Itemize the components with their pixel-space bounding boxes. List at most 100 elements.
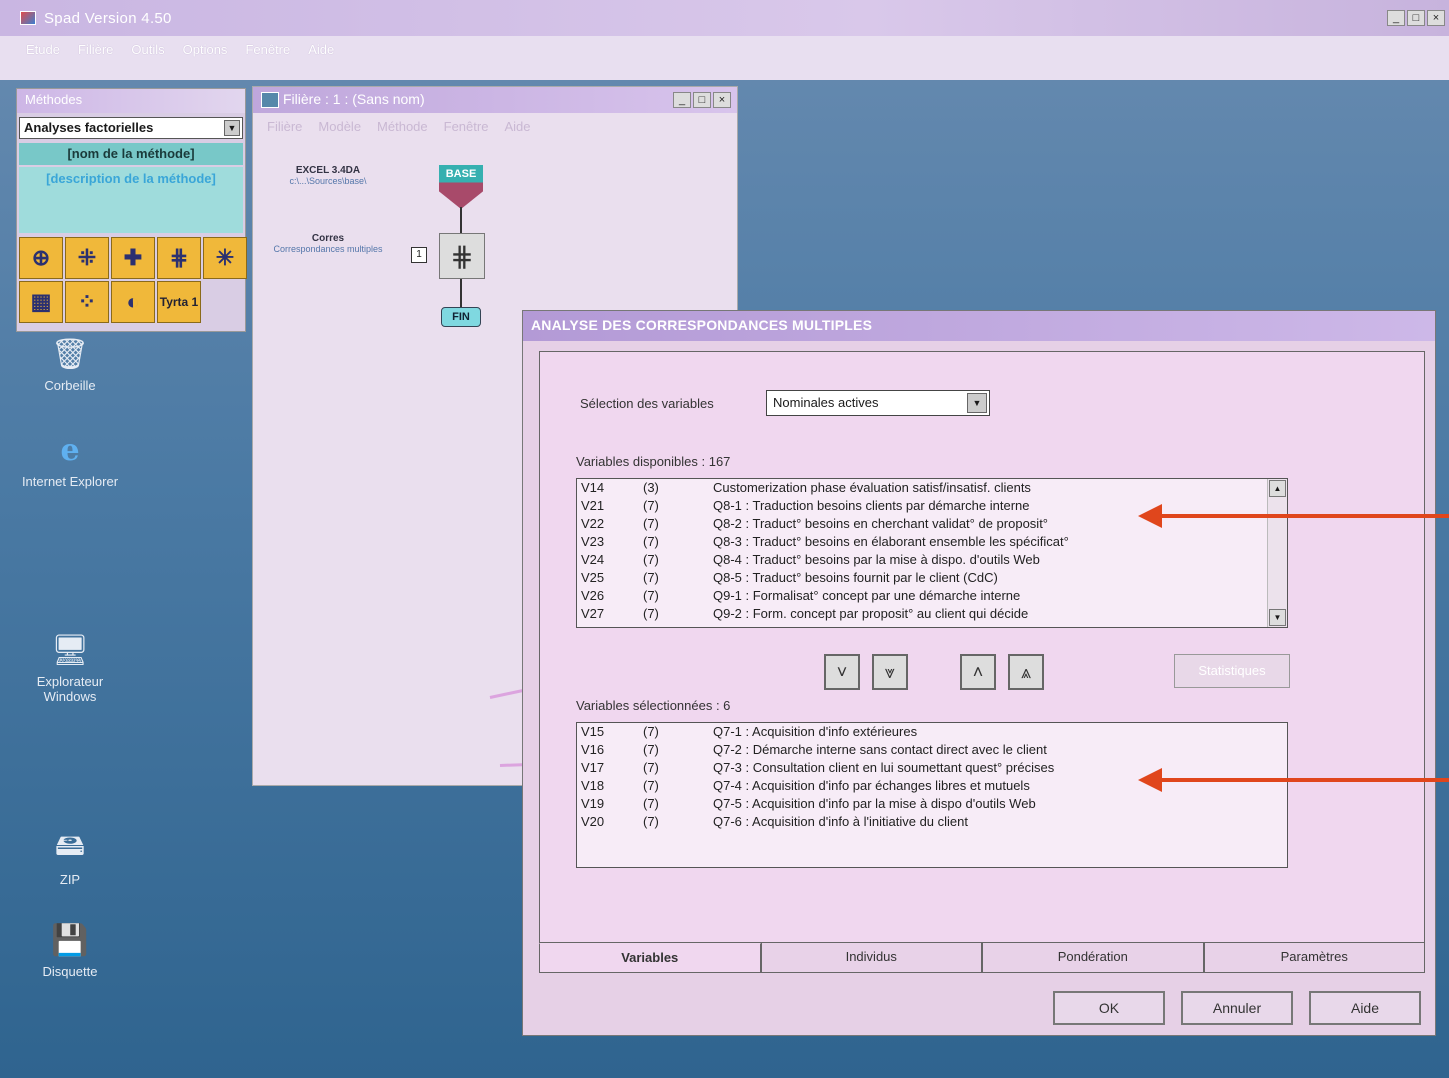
tab-ponderation[interactable]: Pondération [982,943,1204,973]
tab-parametres[interactable]: Paramètres [1203,943,1425,973]
filiere-title: Filière : 1 : (Sans nom) [283,91,425,107]
desktop-icon-label: Disquette [42,964,98,979]
available-rows: V14 (3) Customerization phase évaluation s… [577,479,1287,623]
move-all-up-button[interactable]: ⩓ [1008,654,1044,690]
desktop-icon-internet-explorer[interactable]: e Internet Explorer [20,432,120,490]
available-variable-row-n: (7) [643,534,659,549]
menu-fenetre[interactable]: Fenêtre [245,42,290,80]
filiere-menu-methode[interactable]: Méthode [377,119,428,135]
filiere-menu-filiere[interactable]: Filière [267,119,302,135]
tool-acm-icon[interactable]: ✚ [111,237,155,279]
variable-selection-select[interactable]: Nominales actives ▼ [766,390,990,416]
available-variable-row-n: (7) [643,588,659,603]
step-label: Corres Correspondances multiples [273,233,383,254]
tool-tyrta[interactable]: Tyrta 1 [157,281,201,323]
available-variable-row-code: V26 [581,588,605,603]
filiere-menu-modele[interactable]: Modèle [318,119,361,135]
selection-value: Nominales actives [773,395,879,410]
selected-label: Variables sélectionnées : 6 [576,698,731,713]
selected-variable-row-n: (7) [643,742,659,757]
available-variable-row[interactable]: V27 (7) Q9-2 : Form. concept par proposit°… [577,605,1287,623]
method-description: [description de la méthode] [19,167,243,233]
available-variable-row[interactable]: V14 (3) Customerization phase évaluation s… [577,479,1287,497]
available-variable-row-text: Customerization phase évaluation satisf/… [713,480,1031,495]
desktop-icon-label: Corbeille [44,378,96,393]
double-down-icon: ⩔ [884,662,896,682]
minimize-icon[interactable]: _ [1387,10,1405,26]
desktop-icon-label: Explorateur Windows [36,674,104,704]
available-variable-row-code: V24 [581,552,605,567]
available-variable-row-n: (7) [643,498,659,513]
scroll-up-icon[interactable]: ▲ [1269,480,1286,497]
selected-variable-row[interactable]: V15 (7) Q7-1 : Acquisition d'info extérieu… [577,723,1287,741]
menu-outils[interactable]: Outils [131,42,164,80]
selected-variable-row[interactable]: V19 (7) Q7-5 : Acquisition d'info par la m… [577,795,1287,813]
available-variable-row-code: V21 [581,498,605,513]
tab-variables[interactable]: Variables [539,943,761,973]
available-variable-row-n: (7) [643,606,659,621]
desktop-icon-explorateur[interactable]: 🖥 Explorateur Windows [20,632,120,705]
ok-button[interactable]: OK [1053,991,1165,1025]
desktop-icon-zip[interactable]: 🖴 ZIP [20,828,120,888]
cancel-button[interactable]: Annuler [1181,991,1293,1025]
minimize-icon[interactable]: _ [673,92,691,108]
fin-node[interactable]: FIN [441,307,481,327]
tool-afm-icon[interactable]: ⋕ [157,237,201,279]
filiere-menu-aide[interactable]: Aide [504,119,530,135]
tool-grid-icon[interactable]: ▦ [19,281,63,323]
tab-individus[interactable]: Individus [760,943,982,973]
selected-variable-row[interactable]: V17 (7) Q7-3 : Consultation client en lui … [577,759,1287,777]
chevron-down-icon[interactable]: ▼ [967,393,987,413]
available-variable-row-text: Q8-5 : Traduct° besoins fournit par le c… [713,570,998,585]
tool-regression-icon[interactable]: ✳ [203,237,247,279]
available-variable-row[interactable]: V25 (7) Q8-5 : Traduct° besoins fournit pa… [577,569,1287,587]
selected-variable-row[interactable]: V20 (7) Q7-6 : Acquisition d'info à l'init… [577,813,1287,831]
available-variable-row-code: V23 [581,534,605,549]
move-one-up-button[interactable]: ˄ [960,654,996,690]
move-one-down-button[interactable]: ˅ [824,654,860,690]
filiere-menu-fenetre[interactable]: Fenêtre [444,119,489,135]
available-variable-row-code: V27 [581,606,605,621]
desktop-icon-corbeille[interactable]: 🗑 Corbeille [20,336,120,394]
tool-afc-icon[interactable]: ⁜ [65,237,109,279]
available-variable-row-text: Q8-1 : Traduction besoins clients par dé… [713,498,1030,513]
available-variable-row-text: Q8-3 : Traduct° besoins en élaborant ens… [713,534,1069,549]
statistiques-button[interactable]: Statistiques [1174,654,1290,688]
available-variable-row[interactable]: V24 (7) Q8-4 : Traduct° besoins par la mis… [577,551,1287,569]
desktop-icon-disquette[interactable]: 💾 Disquette [20,922,120,980]
available-variable-row[interactable]: V23 (7) Q8-3 : Traduct° besoins en élabora… [577,533,1287,551]
menu-etude[interactable]: Etude [26,42,60,80]
available-variable-row[interactable]: V26 (7) Q9-1 : Formalisat° concept par une… [577,587,1287,605]
close-icon[interactable]: × [713,92,731,108]
selected-variables-list[interactable]: V15 (7) Q7-1 : Acquisition d'info extérieu… [576,722,1288,868]
maximize-icon[interactable]: □ [1407,10,1425,26]
available-label: Variables disponibles : 167 [576,454,731,469]
menu-options[interactable]: Options [183,42,228,80]
base-node[interactable]: BASE [439,165,483,209]
move-all-down-button[interactable]: ⩔ [872,654,908,690]
selected-variable-row-text: Q7-5 : Acquisition d'info par la mise à … [713,796,1036,811]
available-variable-row[interactable]: V21 (7) Q8-1 : Traduction besoins clients … [577,497,1287,515]
menu-aide[interactable]: Aide [308,42,334,80]
tool-cluster-icon[interactable]: ⁘ [65,281,109,323]
tool-axis-icon[interactable]: ◐ [111,281,155,323]
selected-variable-row-code: V19 [581,796,605,811]
close-icon[interactable]: × [1427,10,1445,26]
zip-drive-icon: 🖴 [54,828,86,862]
tool-acp-icon[interactable]: ⊕ [19,237,63,279]
available-variable-row-code: V22 [581,516,605,531]
menu-filiere[interactable]: Filière [78,42,113,80]
scroll-down-icon[interactable]: ▼ [1269,609,1286,626]
available-scrollbar[interactable]: ▲ ▼ [1267,479,1287,627]
palette-title: Méthodes [17,89,245,113]
selected-variable-row-n: (7) [643,814,659,829]
chevron-down-icon[interactable]: ▼ [224,120,240,136]
available-variables-list[interactable]: V14 (3) Customerization phase évaluation s… [576,478,1288,628]
selected-variable-row-n: (7) [643,778,659,793]
selected-variable-row[interactable]: V16 (7) Q7-2 : Démarche interne sans conta… [577,741,1287,759]
maximize-icon[interactable]: □ [693,92,711,108]
acm-step-node[interactable]: ⋕ [439,233,485,279]
category-select[interactable]: Analyses factorielles ▼ [19,117,243,139]
app-icon [20,11,36,25]
help-button[interactable]: Aide [1309,991,1421,1025]
